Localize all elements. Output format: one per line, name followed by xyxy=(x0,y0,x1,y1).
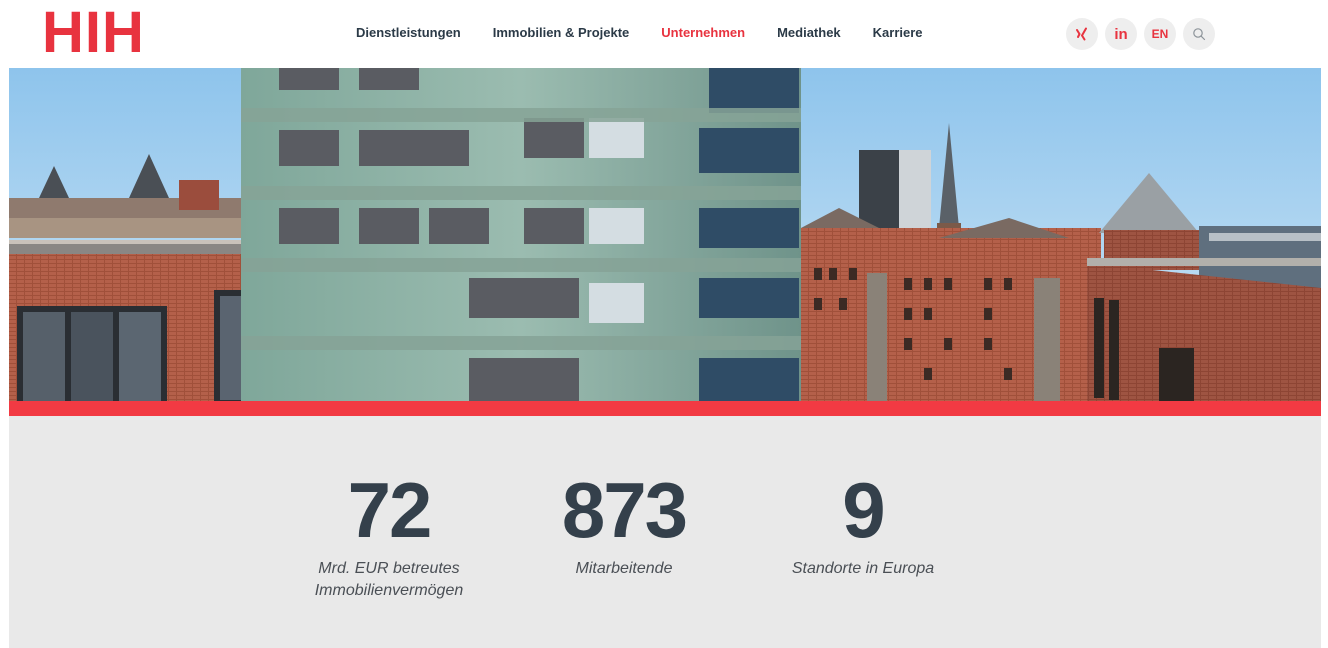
stat-value: 72 xyxy=(347,466,433,554)
page: HIH Dienstleistungen Immobilien & Projek… xyxy=(0,0,1328,648)
hero-image xyxy=(9,68,1321,401)
accent-band xyxy=(9,401,1321,416)
nav-item-mediathek[interactable]: Mediathek xyxy=(777,25,841,40)
xing-glyph xyxy=(1076,27,1087,41)
linkedin-icon[interactable]: in xyxy=(1105,18,1137,50)
stat-assets: 72 Mrd. EUR betreutes Immobilienvermögen xyxy=(269,470,509,602)
site-header: HIH Dienstleistungen Immobilien & Projek… xyxy=(0,0,1328,68)
stat-value: 873 xyxy=(561,466,688,554)
nav-item-unternehmen[interactable]: Unternehmen xyxy=(661,25,745,40)
hero-illustration xyxy=(9,68,1321,401)
stat-value: 9 xyxy=(842,466,885,554)
search-glyph xyxy=(1193,28,1206,41)
stat-locations: 9 Standorte in Europa xyxy=(743,470,983,580)
language-label: EN xyxy=(1151,27,1169,41)
header-icon-group: in EN xyxy=(1066,18,1215,50)
nav-item-karriere[interactable]: Karriere xyxy=(873,25,923,40)
hih-logo[interactable]: HIH xyxy=(42,4,145,62)
stat-label-line: Mitarbeitende xyxy=(575,560,673,577)
stat-label-line: Standorte in Europa xyxy=(791,560,935,577)
language-switch-button[interactable]: EN xyxy=(1144,18,1176,50)
stat-employees: 873 Mitarbeitende xyxy=(504,470,744,580)
linkedin-label: in xyxy=(1114,25,1128,43)
nav-item-immobilien-projekte[interactable]: Immobilien & Projekte xyxy=(493,25,630,40)
stat-label: Mrd. EUR betreutes Immobilienvermögen xyxy=(269,558,509,602)
stat-label-line: Immobilienvermögen xyxy=(314,582,464,599)
stat-label: Mitarbeitende xyxy=(504,558,744,580)
nav-item-dienstleistungen[interactable]: Dienstleistungen xyxy=(356,25,461,40)
stat-label-line: Mrd. EUR betreutes xyxy=(318,560,460,577)
search-icon[interactable] xyxy=(1183,18,1215,50)
main-navigation: Dienstleistungen Immobilien & Projekte U… xyxy=(356,25,923,40)
xing-icon[interactable] xyxy=(1066,18,1098,50)
stats-section: 72 Mrd. EUR betreutes Immobilienvermögen… xyxy=(9,416,1321,648)
stat-label: Standorte in Europa xyxy=(743,558,983,580)
